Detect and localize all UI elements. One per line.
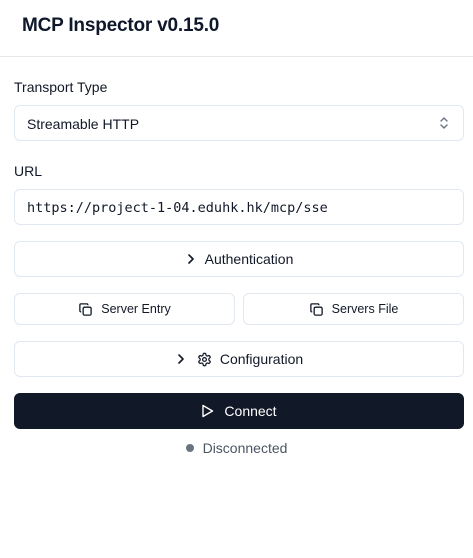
gear-icon (197, 352, 212, 367)
copy-icon (309, 302, 324, 317)
configuration-label: Configuration (219, 351, 304, 367)
app-title: MCP Inspector v0.15.0 (22, 15, 220, 36)
url-input-value: https://project-1-04.eduhk.hk/mcp/sse (27, 200, 328, 216)
server-entry-label: Server Entry (101, 302, 171, 316)
chevrons-up-down-icon (439, 115, 449, 131)
url-input[interactable]: https://project-1-04.eduhk.hk/mcp/sse (14, 189, 464, 225)
transport-type-select[interactable]: Streamable HTTP (14, 105, 464, 141)
url-label: URL (14, 163, 43, 179)
authentication-button[interactable]: Authentication (14, 241, 464, 277)
app-header: MCP Inspector v0.15.0 (0, 0, 473, 57)
servers-file-button[interactable]: Servers File (243, 293, 464, 325)
chevron-right-icon (175, 353, 187, 365)
server-entry-button[interactable]: Server Entry (14, 293, 235, 325)
connect-button[interactable]: Connect (14, 393, 464, 429)
chevron-right-icon (185, 253, 197, 265)
servers-file-label: Servers File (331, 302, 399, 316)
connection-status: Disconnected (0, 440, 473, 456)
transport-type-label: Transport Type (14, 79, 108, 95)
configuration-button[interactable]: Configuration (14, 341, 464, 377)
play-icon (201, 404, 214, 418)
transport-type-value: Streamable HTTP (27, 116, 140, 132)
status-dot-icon (185, 444, 194, 452)
connection-status-text: Disconnected (202, 440, 288, 456)
authentication-label: Authentication (204, 251, 294, 267)
copy-icon (78, 302, 93, 317)
connect-label: Connect (224, 403, 277, 419)
